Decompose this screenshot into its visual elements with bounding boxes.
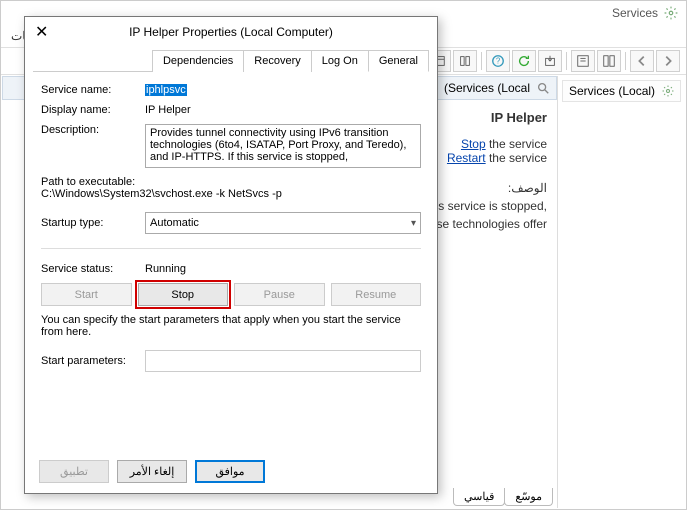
- value-service-name: iphlpsvc: [145, 84, 421, 96]
- toolbar-btn-2[interactable]: [453, 50, 477, 72]
- startup-type-select[interactable]: Automatic ▾: [145, 212, 421, 234]
- restart-link[interactable]: Restart: [447, 151, 486, 165]
- description-textbox[interactable]: Provides tunnel connectivity using IPv6 …: [145, 124, 421, 168]
- pause-button: Pause: [234, 283, 325, 306]
- value-path: C:\Windows\System32\svchost.exe -k NetSv…: [41, 188, 421, 200]
- start-button: Start: [41, 283, 132, 306]
- apply-button: تطبيق: [39, 460, 109, 483]
- label-startup-type: Startup type:: [41, 217, 145, 229]
- label-service-name: Service name:: [41, 84, 145, 96]
- path-block: Path to executable: C:\Windows\System32\…: [41, 176, 421, 200]
- toolbar-back-icon[interactable]: [630, 50, 654, 72]
- toolbar-details-icon[interactable]: [597, 50, 621, 72]
- toolbar-help-icon[interactable]: ?: [486, 50, 510, 72]
- properties-dialog: ✕ IP Helper Properties (Local Computer) …: [24, 16, 438, 494]
- dialog-titlebar: ✕ IP Helper Properties (Local Computer): [25, 17, 437, 47]
- ok-button[interactable]: موافق: [195, 460, 265, 483]
- app-title: Services: [612, 6, 658, 20]
- toolbar-separator-2: [566, 52, 567, 70]
- value-display-name: IP Helper: [145, 104, 421, 116]
- label-display-name: Display name:: [41, 104, 145, 116]
- label-service-status: Service status:: [41, 263, 145, 275]
- divider: [41, 248, 421, 249]
- close-icon[interactable]: ✕: [35, 22, 55, 42]
- tab-general[interactable]: General: [368, 50, 429, 72]
- tab-logon[interactable]: Log On: [311, 50, 369, 72]
- help-text: You can specify the start parameters tha…: [41, 314, 421, 338]
- tabs-bottom: موسّع قياسي: [454, 488, 553, 506]
- toolbar-export-icon[interactable]: [538, 50, 562, 72]
- label-description: Description:: [41, 124, 145, 136]
- tab-dependencies[interactable]: Dependencies: [152, 50, 244, 72]
- label-path: Path to executable:: [41, 176, 421, 188]
- control-buttons: Start Stop Pause Resume: [41, 283, 421, 306]
- svg-text:?: ?: [496, 57, 501, 66]
- tree-header[interactable]: Services (Local): [562, 80, 681, 102]
- gear-icon: [664, 6, 678, 20]
- label-start-params: Start parameters:: [41, 355, 145, 367]
- toolbar-properties-icon[interactable]: [571, 50, 595, 72]
- resume-button: Resume: [331, 283, 422, 306]
- dialog-tabs: Dependencies Recovery Log On General: [33, 47, 429, 72]
- dialog-footer: تطبيق إلغاء الأمر موافق: [39, 460, 423, 483]
- toolbar-separator-3: [625, 52, 626, 70]
- tab-standard[interactable]: قياسي: [453, 488, 505, 506]
- chevron-down-icon: ▾: [411, 218, 416, 229]
- tab-extended[interactable]: موسّع: [504, 488, 553, 506]
- toolbar-refresh-icon[interactable]: [512, 50, 536, 72]
- toolbar-forward-icon[interactable]: [656, 50, 680, 72]
- start-params-input: [145, 350, 421, 372]
- dialog-body: Service name: iphlpsvc Display name: IP …: [25, 72, 437, 388]
- value-service-status: Running: [145, 263, 421, 275]
- toolbar-separator: [481, 52, 482, 70]
- startup-type-value: Automatic: [150, 217, 199, 229]
- dialog-title: IP Helper Properties (Local Computer): [55, 25, 427, 39]
- gear-icon-small: [662, 85, 674, 97]
- search-icon[interactable]: [536, 81, 550, 95]
- tab-recovery[interactable]: Recovery: [243, 50, 311, 72]
- list-header-label: (Services (Local: [444, 81, 530, 95]
- cancel-button[interactable]: إلغاء الأمر: [117, 460, 187, 483]
- right-pane: Services (Local): [558, 76, 685, 508]
- tree-header-label: Services (Local): [569, 84, 655, 98]
- stop-button[interactable]: Stop: [138, 283, 229, 306]
- stop-link[interactable]: Stop: [461, 137, 486, 151]
